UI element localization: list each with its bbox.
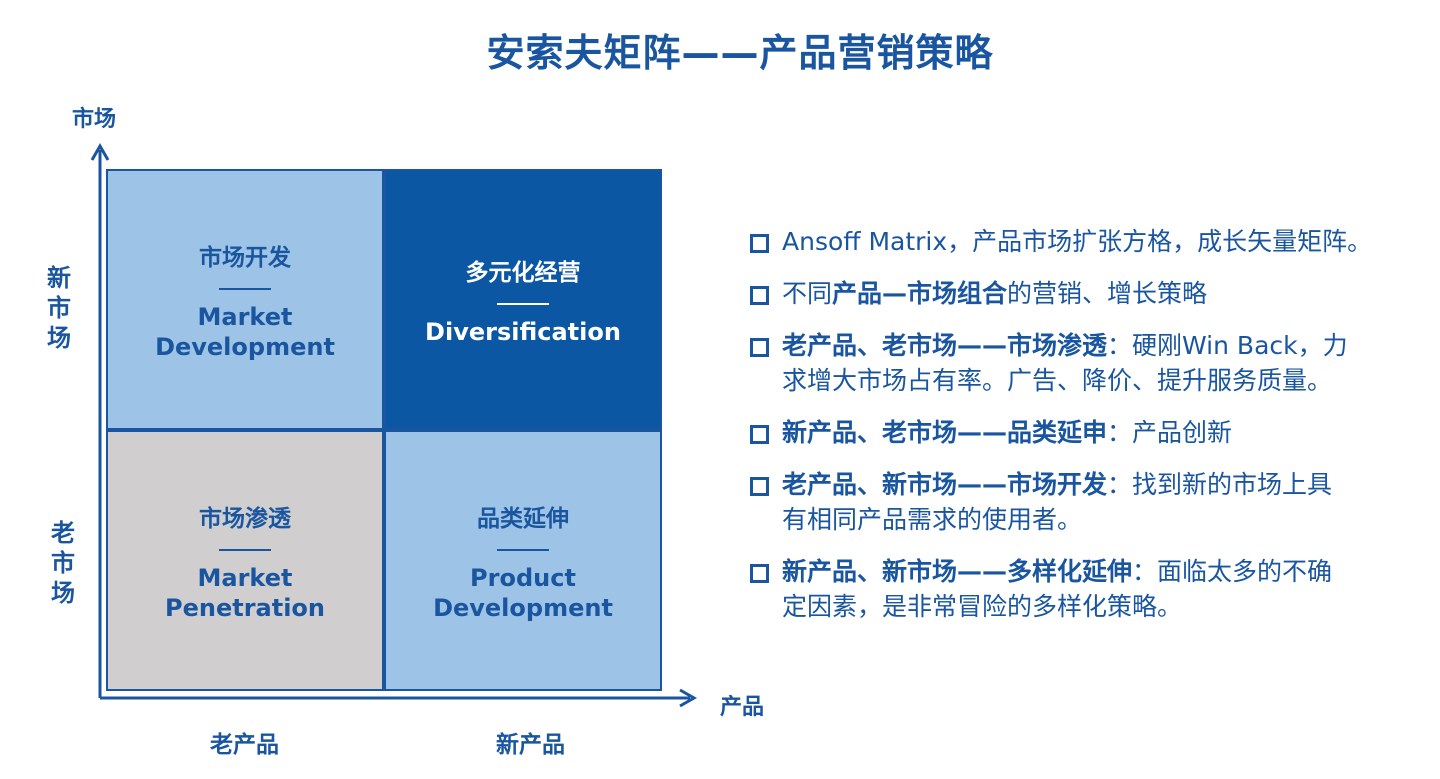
cell-subtitle: Market (197, 563, 293, 592)
bullet-text: Ansoff Matrix，产品市场扩张方格，成长矢量矩阵。 (782, 227, 1373, 256)
cell-subtitle: Development (155, 332, 335, 361)
cell-title: 市场开发 (199, 244, 291, 271)
divider (219, 287, 271, 290)
row-label-char: 市 (47, 294, 71, 322)
x-axis-title: 产品 (720, 695, 765, 720)
row-label-char: 市 (51, 549, 75, 577)
row-label-char: 场 (51, 579, 75, 607)
cell-subtitle: Diversification (425, 317, 621, 346)
square-bullet-icon (750, 234, 769, 253)
cell-product-development: 品类延伸 Product Development (384, 430, 662, 691)
bullet-text: ：找到新的市场上具 (1107, 470, 1333, 499)
bullet-text: ：硬刚Win Back，力 (1107, 331, 1348, 360)
cell-title: 品类延伸 (477, 505, 569, 532)
cell-market-development: 市场开发 Market Development (106, 169, 384, 430)
cell-subtitle: Development (433, 593, 613, 622)
bullet-emphasis: 新产品、新市场——多样化延伸 (782, 557, 1133, 586)
row-label-char: 场 (47, 324, 71, 352)
cell-title: 市场渗透 (199, 505, 291, 532)
row-label-char: 新 (47, 264, 71, 292)
bullet-text: 不同 (782, 279, 833, 308)
bullet-text: 定因素，是非常冒险的多样化策略。 (782, 592, 1183, 621)
bullet-emphasis: 新产品、老市场——品类延申 (782, 418, 1108, 447)
list-item: 新产品、老市场——品类延申：产品创新 (748, 415, 1438, 450)
row-label-old-market: 老 市 场 (48, 518, 78, 608)
square-bullet-icon (750, 477, 769, 496)
bullet-text: 求增大市场占有率。广告、降价、提升服务质量。 (782, 366, 1333, 395)
col-label-new-product: 新产品 (496, 732, 565, 758)
bullet-text: 有相同产品需求的使用者。 (782, 505, 1083, 534)
divider (219, 548, 271, 551)
cell-subtitle: Penetration (164, 593, 325, 622)
bullet-emphasis: 老产品、新市场——市场开发 (782, 470, 1108, 499)
list-item: Ansoff Matrix，产品市场扩张方格，成长矢量矩阵。 (748, 224, 1438, 259)
square-bullet-icon (750, 564, 769, 583)
list-item: 老产品、老市场——市场渗透：硬刚Win Back，力 求增大市场占有率。广告、降… (748, 328, 1438, 398)
bullet-list: Ansoff Matrix，产品市场扩张方格，成长矢量矩阵。 不同产品—市场组合… (748, 224, 1438, 641)
square-bullet-icon (750, 425, 769, 444)
y-axis-title: 市场 (72, 107, 117, 132)
list-item: 不同产品—市场组合的营销、增长策略 (748, 276, 1438, 311)
row-label-new-market: 新 市 场 (44, 263, 74, 353)
square-bullet-icon (750, 286, 769, 305)
bullet-text: 的营销、增长策略 (1007, 279, 1208, 308)
list-item: 老产品、新市场——市场开发：找到新的市场上具 有相同产品需求的使用者。 (748, 467, 1438, 537)
cell-subtitle: Product (470, 563, 576, 592)
divider (497, 548, 549, 551)
cell-market-penetration: 市场渗透 Market Penetration (106, 430, 384, 691)
bullet-text: ：面临太多的不确 (1132, 557, 1333, 586)
bullet-emphasis: 产品—市场组合 (832, 279, 1008, 308)
cell-subtitle: Market (197, 302, 293, 331)
col-label-old-product: 老产品 (210, 732, 279, 758)
cell-diversification: 多元化经营 Diversification (384, 169, 662, 430)
divider (497, 302, 549, 305)
square-bullet-icon (750, 338, 769, 357)
cell-title: 多元化经营 (465, 259, 581, 286)
bullet-emphasis: 老产品、老市场——市场渗透 (782, 331, 1108, 360)
row-label-char: 老 (51, 519, 75, 547)
list-item: 新产品、新市场——多样化延伸：面临太多的不确 定因素，是非常冒险的多样化策略。 (748, 554, 1438, 624)
bullet-text: ：产品创新 (1107, 418, 1233, 447)
